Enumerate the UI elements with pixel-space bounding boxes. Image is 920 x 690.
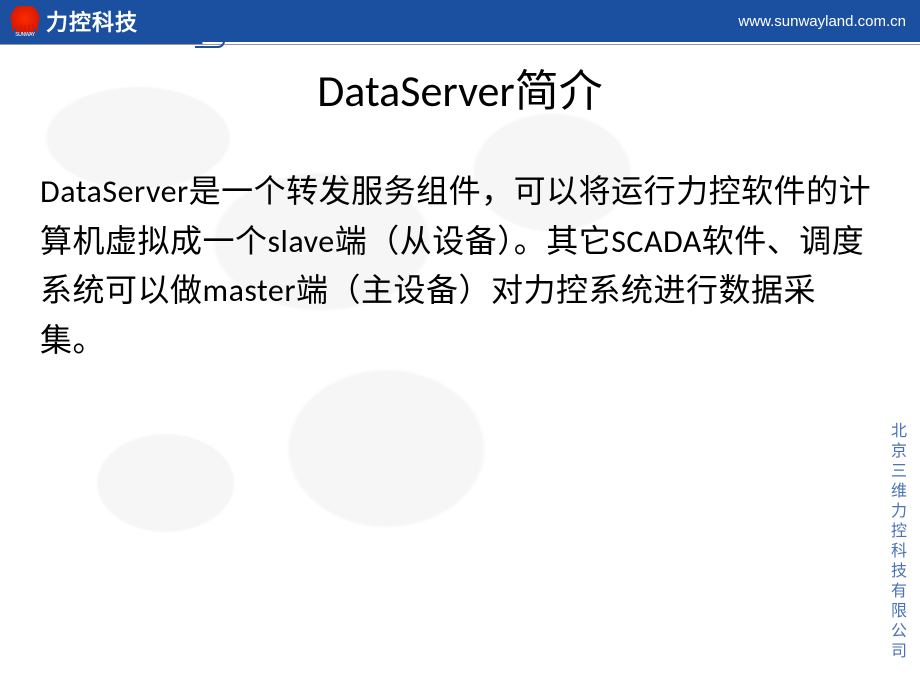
website-url: www.sunwayland.com.cn [738,13,920,30]
slide-body-text: DataServer是一个转发服务组件，可以将运行力控软件的计算机虚拟成一个sl… [40,167,880,365]
brand-logo: SUNWAY 力控科技 [10,5,138,37]
sun-logo-icon: SUNWAY [10,6,40,36]
header-left: SUNWAY 力控科技 [0,0,150,42]
header-divider-curve [195,41,225,48]
header-bar: SUNWAY 力控科技 www.sunwayland.com.cn [0,0,920,42]
logo-small-text: SUNWAY [10,32,40,38]
slide-title: DataServer简介 [40,55,880,119]
header-divider [0,42,920,45]
company-name-vertical: 北京三维力控科技有限公司 [884,422,908,662]
slide-content: DataServer简介 DataServer是一个转发服务组件，可以将运行力控… [0,45,920,365]
brand-name: 力控科技 [46,5,138,37]
